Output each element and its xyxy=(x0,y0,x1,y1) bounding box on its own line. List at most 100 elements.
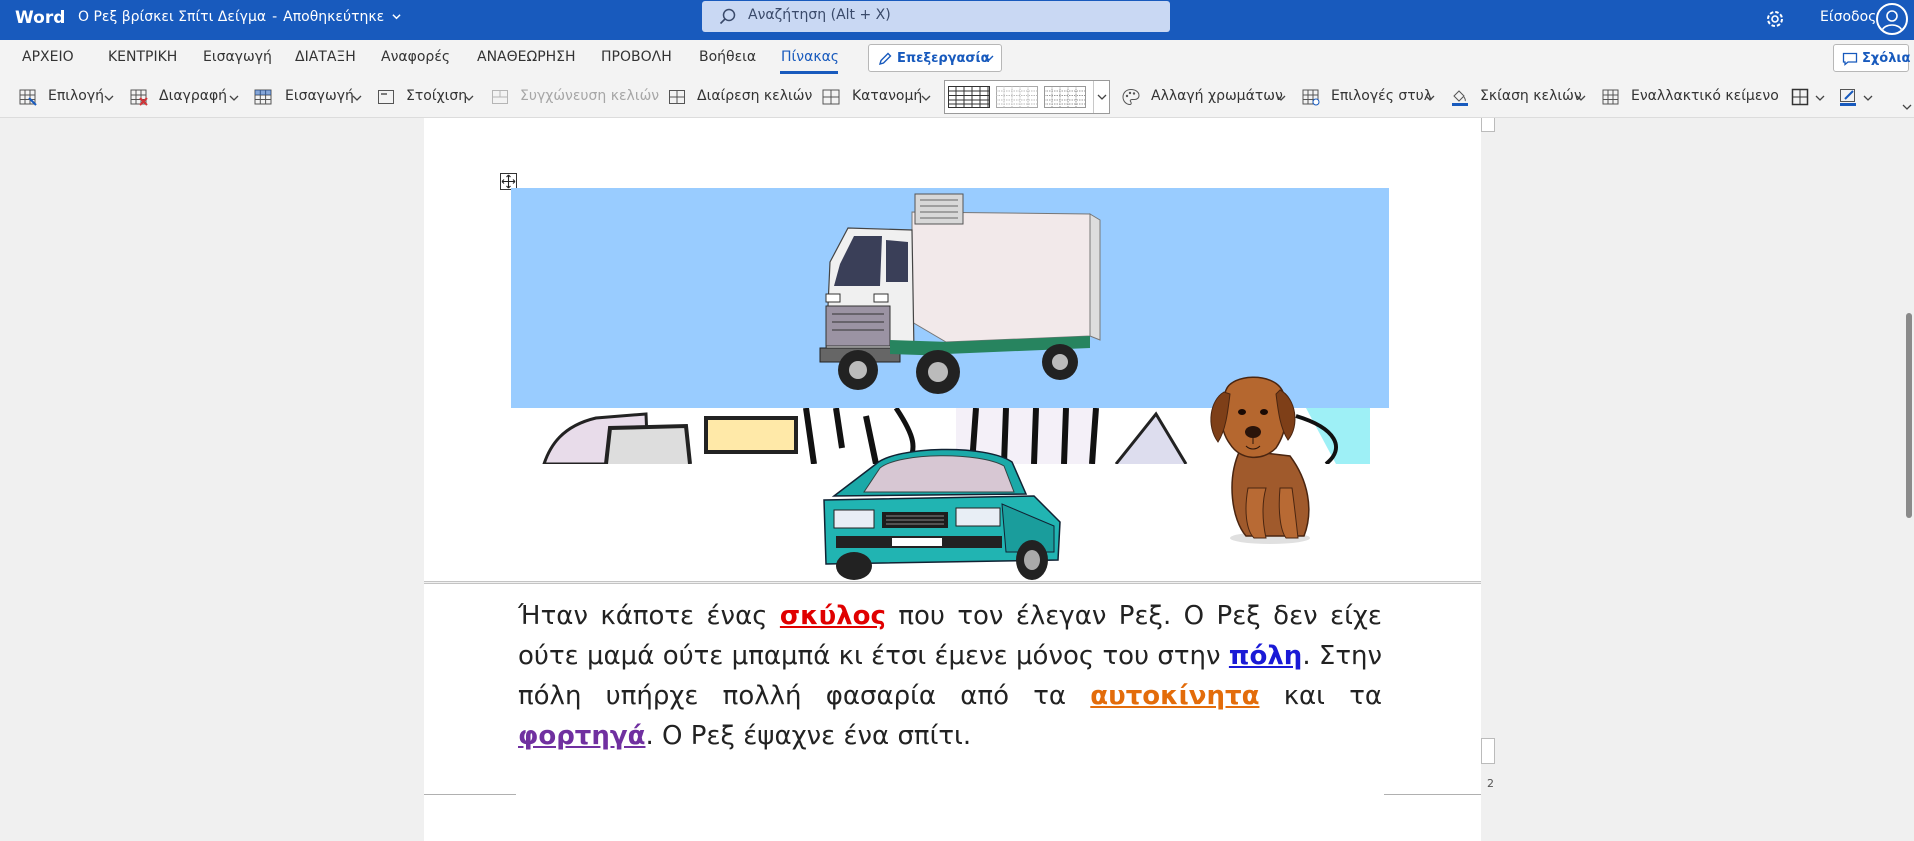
alt-text-label: Εναλλακτικό κείμενο xyxy=(1631,88,1779,104)
table-insert-icon xyxy=(254,89,272,105)
select-button[interactable]: Επιλογή xyxy=(18,85,114,109)
menu-review[interactable]: ΑΝΑΘΕΩΡΗΣΗ xyxy=(477,49,576,65)
distribute-button[interactable]: Κατανομή xyxy=(821,85,933,109)
keyword-dog[interactable]: σκύλος xyxy=(780,601,886,631)
borders-button[interactable] xyxy=(1790,85,1828,109)
alt-text-button[interactable]: Εναλλακτικό κείμενο xyxy=(1601,85,1779,109)
search-icon xyxy=(719,8,736,25)
keyword-cars[interactable]: αυτοκίνητα xyxy=(1090,681,1259,711)
gallery-expand[interactable] xyxy=(1093,81,1109,113)
cell-shading-button[interactable]: Σκίαση κελιών xyxy=(1450,85,1588,109)
story-paragraph[interactable]: Ήταν κάποτε ένας σκύλος που τον έλεγαν Ρ… xyxy=(518,596,1382,756)
menu-layout[interactable]: ΔΙΑΤΑΞΗ xyxy=(295,49,356,65)
truck-image[interactable] xyxy=(790,190,1110,400)
split-cells-label: Διαίρεση κελιών xyxy=(697,88,813,104)
search-placeholder: Αναζήτηση (Alt + X) xyxy=(748,7,891,23)
app-brand[interactable]: Word xyxy=(15,8,65,28)
title-separator: - xyxy=(272,9,278,25)
change-colors-label: Αλλαγή χρωμάτων xyxy=(1151,88,1283,104)
table-delete-icon xyxy=(130,89,148,106)
menu-references[interactable]: Αναφορές xyxy=(381,49,450,65)
vertical-scrollbar[interactable] xyxy=(1904,118,1914,841)
chevron-down-icon xyxy=(1097,94,1107,100)
menu-view[interactable]: ΠΡΟΒΟΛΗ xyxy=(601,49,672,65)
car-image[interactable] xyxy=(816,434,1066,594)
table-styles-gallery[interactable] xyxy=(944,80,1110,114)
chevron-down-icon xyxy=(921,95,931,101)
keyword-city[interactable]: πόλη xyxy=(1229,641,1302,671)
table-select-icon xyxy=(19,89,37,106)
table-style-plain[interactable] xyxy=(996,86,1038,108)
merge-cells-label: Συγχώνευση κελιών xyxy=(520,88,660,104)
merge-cells-icon xyxy=(492,90,508,104)
split-cells-icon xyxy=(669,90,685,104)
change-colors-button[interactable]: Αλλαγή χρωμάτων xyxy=(1121,85,1287,109)
menu-help[interactable]: Βοήθεια xyxy=(699,49,756,65)
edit-mode-button[interactable]: Επεξεργασία xyxy=(868,44,1002,72)
scrollbar-thumb[interactable] xyxy=(1906,313,1912,518)
active-tab-indicator xyxy=(780,71,838,74)
menu-file[interactable]: ΑΡΧΕΙΟ xyxy=(22,49,74,65)
chevron-down-icon xyxy=(104,95,114,101)
comments-button[interactable]: Σχόλια xyxy=(1833,44,1911,72)
sign-in-link[interactable]: Είσοδος xyxy=(1820,9,1876,25)
page-margin-marker xyxy=(1481,738,1495,764)
distribute-label: Κατανομή xyxy=(852,88,923,104)
chevron-down-icon xyxy=(229,95,239,101)
insert-button[interactable]: Εισαγωγή xyxy=(253,85,363,109)
chevron-down-icon xyxy=(1576,95,1586,101)
pen-color-button[interactable] xyxy=(1838,85,1876,109)
story-text-4: και τα xyxy=(1259,681,1382,711)
chevron-down-icon xyxy=(352,95,362,101)
edit-mode-label: Επεξεργασία xyxy=(897,51,990,66)
chevron-down-icon xyxy=(1815,95,1825,101)
menu-table[interactable]: Πίνακας xyxy=(781,49,839,65)
keyword-trucks[interactable]: φορτηγά xyxy=(518,721,646,751)
cell-align-icon xyxy=(378,90,394,104)
search-input[interactable]: Αναζήτηση (Alt + X) xyxy=(702,1,1170,32)
style-options-button[interactable]: Επιλογές στυλ xyxy=(1301,85,1436,109)
split-cells-button[interactable]: Διαίρεση κελιών xyxy=(667,85,812,109)
ribbon-toolbar: Επιλογή Διαγραφή Εισαγωγή Στοίχιση Συγχώ… xyxy=(0,76,1914,118)
distribute-icon xyxy=(822,89,840,105)
table-options-icon xyxy=(1302,89,1320,106)
delete-button[interactable]: Διαγραφή xyxy=(129,85,239,109)
insert-label: Εισαγωγή xyxy=(285,88,354,104)
paint-bucket-icon xyxy=(1452,90,1468,106)
cell-shading-label: Σκίαση κελιών xyxy=(1480,88,1582,104)
menu-home[interactable]: ΚΕΝΤΡΙΚΗ xyxy=(108,49,177,65)
merge-cells-button[interactable]: Συγχώνευση κελιών xyxy=(490,85,659,109)
user-avatar-icon[interactable] xyxy=(1876,3,1908,35)
borders-icon xyxy=(1791,88,1809,106)
align-button[interactable]: Στοίχιση xyxy=(376,85,476,109)
delete-label: Διαγραφή xyxy=(159,88,228,104)
chevron-down-icon xyxy=(1276,95,1286,101)
pen-color-icon xyxy=(1840,89,1856,106)
select-label: Επιλογή xyxy=(48,88,105,104)
comment-icon xyxy=(1842,52,1858,66)
table-style-light[interactable] xyxy=(1044,86,1086,108)
menu-insert[interactable]: Εισαγωγή xyxy=(203,49,272,65)
comments-label: Σχόλια xyxy=(1862,51,1911,66)
ribbon-expand-icon[interactable] xyxy=(1902,102,1912,112)
page-margin-marker xyxy=(1481,118,1495,132)
palette-icon xyxy=(1122,88,1140,106)
document-canvas[interactable]: Ήταν κάποτε ένας σκύλος που τον έλεγαν Ρ… xyxy=(0,118,1914,841)
chevron-down-icon xyxy=(1863,95,1873,101)
chevron-down-icon xyxy=(392,14,401,20)
story-text-5: . Ο Ρεξ έψαχνε ένα σπίτι. xyxy=(645,721,972,751)
menu-bar: ΑΡΧΕΙΟ ΚΕΝΤΡΙΚΗ Εισαγωγή ΔΙΑΤΑΞΗ Αναφορέ… xyxy=(0,40,1914,76)
style-options-label: Επιλογές στυλ xyxy=(1331,88,1433,104)
dog-image[interactable] xyxy=(1196,370,1326,550)
chevron-down-icon xyxy=(1425,95,1435,101)
document-name: Ο Ρεξ βρίσκει Σπίτι Δείγμα xyxy=(78,9,267,25)
pencil-icon xyxy=(878,52,892,66)
table-style-grid[interactable] xyxy=(948,86,990,108)
document-title[interactable]: Ο Ρεξ βρίσκει Σπίτι Δείγμα - Αποθηκεύτηκε xyxy=(78,9,401,25)
chevron-down-icon xyxy=(984,55,994,61)
chevron-down-icon xyxy=(464,95,474,101)
alt-text-icon xyxy=(1602,89,1619,105)
save-state: Αποθηκεύτηκε xyxy=(283,9,385,25)
title-bar: Word Ο Ρεξ βρίσκει Σπίτι Δείγμα - Αποθηκεύ… xyxy=(0,0,1914,40)
gear-icon[interactable] xyxy=(1762,6,1788,32)
